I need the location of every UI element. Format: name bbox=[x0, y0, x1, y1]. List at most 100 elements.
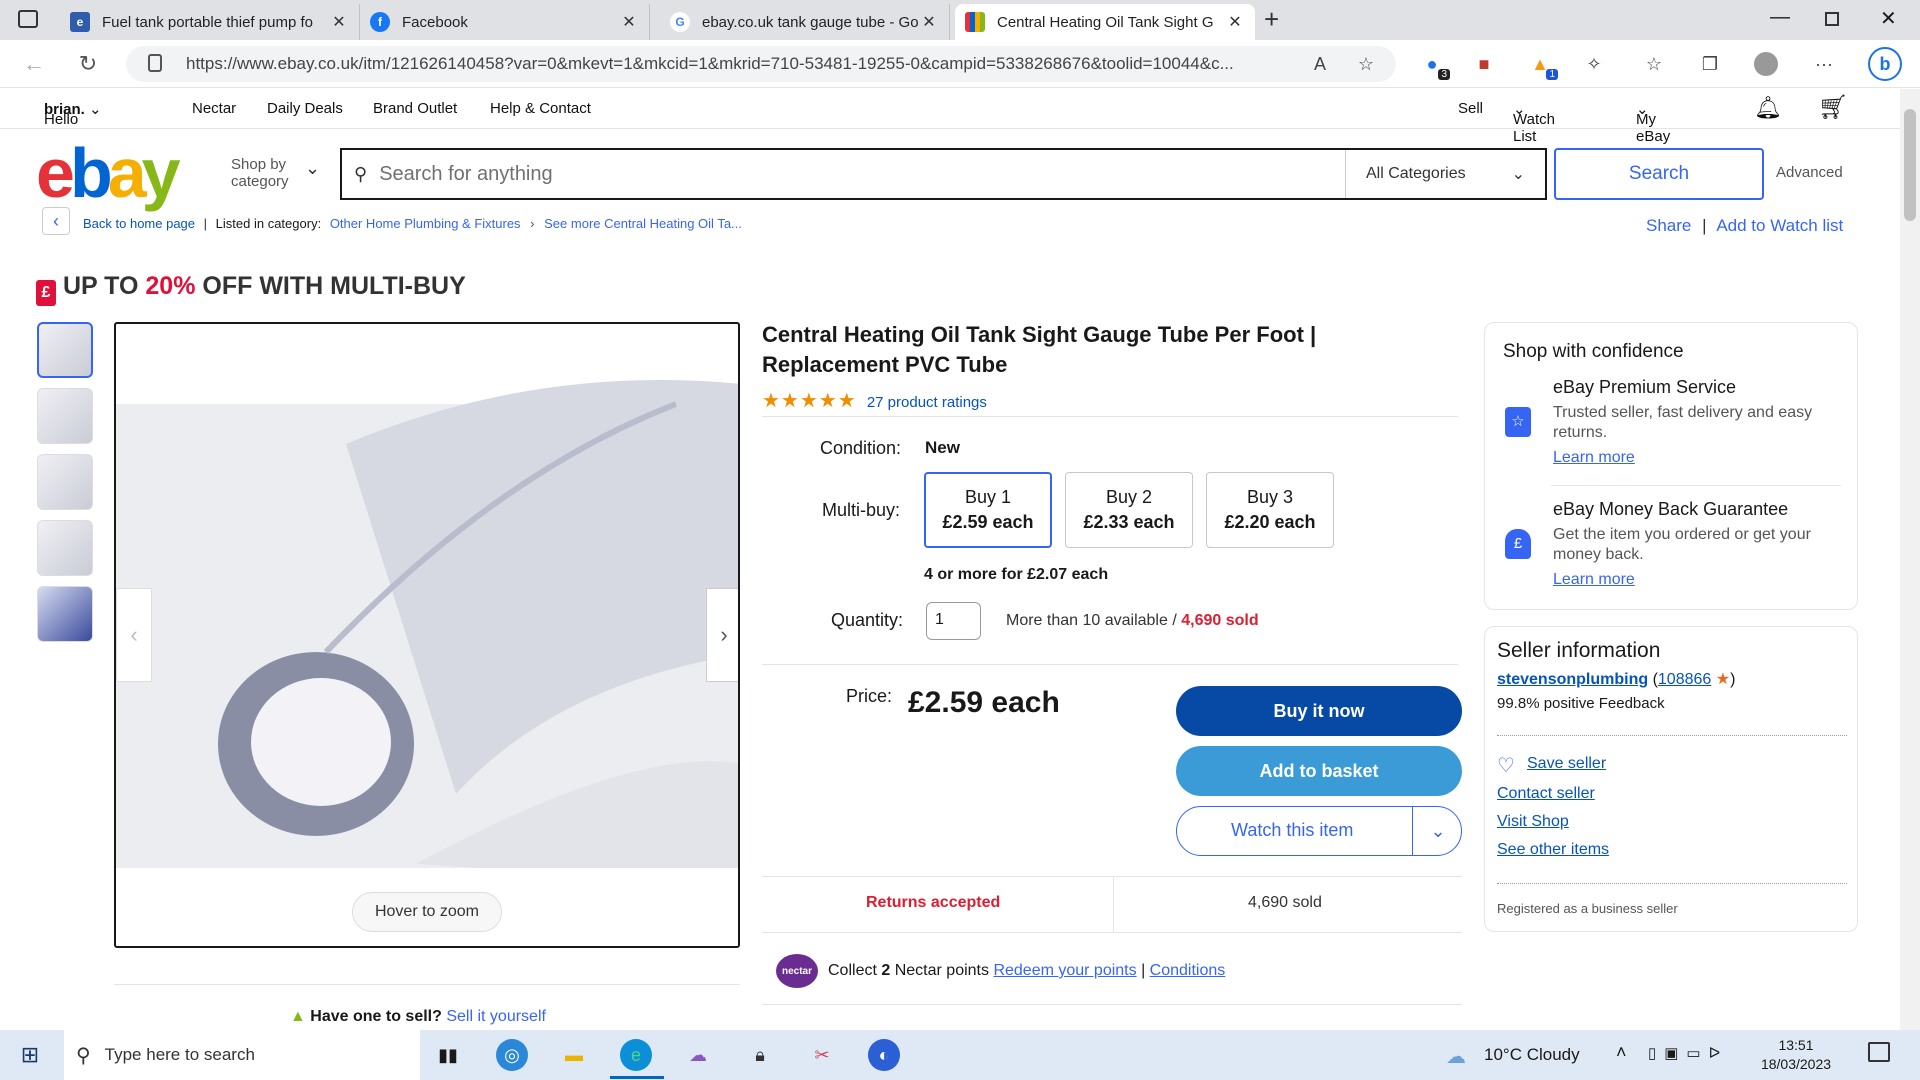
multibuy-option-3[interactable]: Buy 3 £2.20 each bbox=[1206, 472, 1334, 548]
back-chevron-icon[interactable]: ‹ bbox=[42, 207, 70, 235]
thumbnail-2[interactable] bbox=[37, 388, 93, 444]
thumbnail-3[interactable] bbox=[37, 454, 93, 510]
cart-icon[interactable]: 🛒︎ bbox=[1818, 93, 1848, 122]
category-select[interactable]: All Categories ⌄ bbox=[1345, 150, 1545, 198]
tray-icons[interactable]: ▯▣▭ᐅ bbox=[1648, 1044, 1728, 1062]
nav-nectar[interactable]: Nectar bbox=[192, 100, 236, 117]
extension-icon[interactable]: ▲ 1 bbox=[1526, 50, 1558, 80]
nav-sell[interactable]: Sell bbox=[1458, 100, 1483, 117]
favorites-icon[interactable]: ☆ bbox=[1640, 50, 1668, 78]
close-tab-icon[interactable]: ✕ bbox=[619, 12, 639, 32]
buy-it-now-button[interactable]: Buy it now bbox=[1176, 686, 1462, 736]
back-icon[interactable]: ← bbox=[18, 48, 50, 80]
extensions-icon[interactable]: ✧ bbox=[1580, 50, 1608, 78]
windows-start-icon[interactable]: ⊞ bbox=[14, 1039, 46, 1071]
edge-icon[interactable]: e bbox=[620, 1039, 652, 1071]
prev-image-button[interactable]: ‹ bbox=[116, 588, 152, 682]
close-tab-icon[interactable]: ✕ bbox=[919, 12, 939, 32]
discount-tag-icon: £ bbox=[36, 280, 56, 306]
scroll-thumb[interactable] bbox=[1904, 109, 1916, 221]
notification-bell-icon[interactable]: 🔔︎ bbox=[1754, 95, 1782, 121]
tab-google[interactable]: G ebay.co.uk tank gauge tube - Go ✕ bbox=[660, 4, 950, 40]
tab-actions-icon[interactable] bbox=[18, 10, 38, 28]
profile-avatar[interactable] bbox=[1752, 50, 1780, 78]
learn-more-link[interactable]: Learn more bbox=[1553, 449, 1635, 467]
product-ratings-link[interactable]: 27 product ratings bbox=[867, 394, 987, 411]
cloud-app-icon[interactable]: ☁ bbox=[682, 1039, 714, 1071]
watch-item-button[interactable]: Watch this item ⌄ bbox=[1176, 806, 1462, 856]
see-other-items-link[interactable]: See other items bbox=[1497, 841, 1609, 859]
advanced-search-link[interactable]: Advanced bbox=[1776, 164, 1843, 181]
minimize-icon[interactable]: — bbox=[1770, 6, 1790, 29]
nav-my-ebay[interactable]: My eBay ⌄ bbox=[1636, 100, 1670, 145]
search-button[interactable]: Search bbox=[1554, 148, 1764, 200]
extension-icon[interactable]: ● 3 bbox=[1418, 50, 1450, 80]
nav-brand-outlet[interactable]: Brand Outlet bbox=[373, 100, 457, 117]
redeem-points-link[interactable]: Redeem your points bbox=[993, 962, 1136, 979]
bing-icon[interactable]: b bbox=[1868, 47, 1902, 81]
weather-text[interactable]: 10°C Cloudy bbox=[1484, 1045, 1580, 1065]
search-input[interactable]: ⚲ Search for anything bbox=[342, 150, 1345, 198]
maximize-icon[interactable] bbox=[1825, 12, 1839, 26]
thumbnail-4[interactable] bbox=[37, 520, 93, 576]
main-product-image[interactable]: ‹ › Hover to zoom bbox=[114, 322, 740, 948]
weather-icon[interactable]: ☁ bbox=[1446, 1044, 1466, 1069]
seller-score-link[interactable]: 108866 bbox=[1658, 671, 1711, 688]
clock[interactable]: 13:51 18/03/2023 bbox=[1756, 1036, 1836, 1074]
tab-current[interactable]: Central Heating Oil Tank Sight G ✕ bbox=[955, 4, 1255, 40]
collections-icon[interactable]: ❐ bbox=[1696, 50, 1724, 78]
taskbar-search[interactable]: ⚲ Type here to search bbox=[64, 1030, 420, 1080]
tab-facebook[interactable]: f Facebook ✕ bbox=[360, 4, 650, 40]
url-bar[interactable]: https://www.ebay.co.uk/itm/121626140458?… bbox=[126, 46, 1396, 82]
mbg-title: eBay Money Back Guarantee bbox=[1553, 499, 1789, 519]
close-tab-icon[interactable]: ✕ bbox=[329, 12, 349, 32]
next-image-button[interactable]: › bbox=[706, 588, 738, 682]
app-icon[interactable]: ◎ bbox=[496, 1039, 528, 1071]
file-explorer-icon[interactable]: ▬ bbox=[558, 1039, 590, 1071]
multibuy-option-1[interactable]: Buy 1 £2.59 each bbox=[924, 472, 1052, 548]
share-link[interactable]: Share bbox=[1646, 216, 1691, 235]
seller-name-link[interactable]: stevensonplumbing bbox=[1497, 671, 1648, 688]
sell-it-yourself-link[interactable]: Sell it yourself bbox=[446, 1008, 546, 1025]
windows-taskbar: ⊞ ⚲ Type here to search ▮▮ ◎ ▬ e ☁ 🔒︎ ✂ … bbox=[0, 1030, 1920, 1080]
nav-watchlist[interactable]: Watch List ⌄ bbox=[1513, 100, 1555, 145]
read-aloud-icon[interactable]: A bbox=[1306, 50, 1334, 78]
task-view-icon[interactable]: ▮▮ bbox=[432, 1039, 464, 1071]
tab-fuel-pump[interactable]: e Fuel tank portable thief pump fo ✕ bbox=[60, 4, 360, 40]
subcategory-link[interactable]: See more Central Heating Oil Ta... bbox=[544, 216, 742, 231]
multibuy-option-2[interactable]: Buy 2 £2.33 each bbox=[1065, 472, 1193, 548]
close-window-icon[interactable]: ✕ bbox=[1880, 6, 1897, 31]
thumbnail-5[interactable] bbox=[37, 586, 93, 642]
page-scrollbar[interactable] bbox=[1900, 89, 1920, 1030]
visit-shop-link[interactable]: Visit Shop bbox=[1497, 813, 1569, 831]
greeting[interactable]: Hello brian. ⌄ bbox=[44, 100, 102, 128]
address-toolbar: ← ↻ https://www.ebay.co.uk/itm/121626140… bbox=[0, 40, 1920, 88]
category-link[interactable]: Other Home Plumbing & Fixtures bbox=[330, 216, 521, 231]
nav-help-contact[interactable]: Help & Contact bbox=[490, 100, 591, 117]
shop-by-category[interactable]: Shop by category ⌄ bbox=[231, 156, 320, 190]
ebay-logo[interactable]: ebay bbox=[36, 138, 181, 208]
learn-more-link[interactable]: Learn more bbox=[1553, 571, 1635, 589]
notifications-icon[interactable] bbox=[1868, 1042, 1890, 1062]
contact-seller-link[interactable]: Contact seller bbox=[1497, 785, 1595, 803]
quantity-input[interactable]: 1 bbox=[926, 602, 981, 640]
add-watch-list-link[interactable]: Add to Watch list bbox=[1716, 216, 1843, 235]
watch-dropdown-icon[interactable]: ⌄ bbox=[1412, 807, 1463, 855]
add-to-basket-button[interactable]: Add to basket bbox=[1176, 746, 1462, 796]
more-icon[interactable]: ··· bbox=[1810, 50, 1838, 78]
refresh-icon[interactable]: ↻ bbox=[72, 48, 104, 80]
close-tab-icon[interactable]: ✕ bbox=[1225, 12, 1245, 32]
favorite-star-icon[interactable]: ☆ bbox=[1352, 50, 1380, 78]
conditions-link[interactable]: Conditions bbox=[1150, 962, 1226, 979]
extension-icon[interactable]: ■ bbox=[1470, 50, 1498, 78]
app-icon[interactable]: ◐ bbox=[868, 1039, 900, 1071]
new-tab-icon[interactable]: + bbox=[1264, 4, 1279, 35]
nav-daily-deals[interactable]: Daily Deals bbox=[267, 100, 343, 117]
heart-icon[interactable]: ♡ bbox=[1497, 753, 1515, 778]
tray-chevron-icon[interactable]: ˄ bbox=[1616, 1042, 1627, 1063]
save-seller-link[interactable]: Save seller bbox=[1527, 755, 1606, 773]
thumbnail-1[interactable] bbox=[37, 322, 93, 378]
snip-app-icon[interactable]: ✂ bbox=[806, 1039, 838, 1071]
back-home-link[interactable]: Back to home page bbox=[83, 216, 195, 231]
security-app-icon[interactable]: 🔒︎ bbox=[744, 1039, 776, 1071]
